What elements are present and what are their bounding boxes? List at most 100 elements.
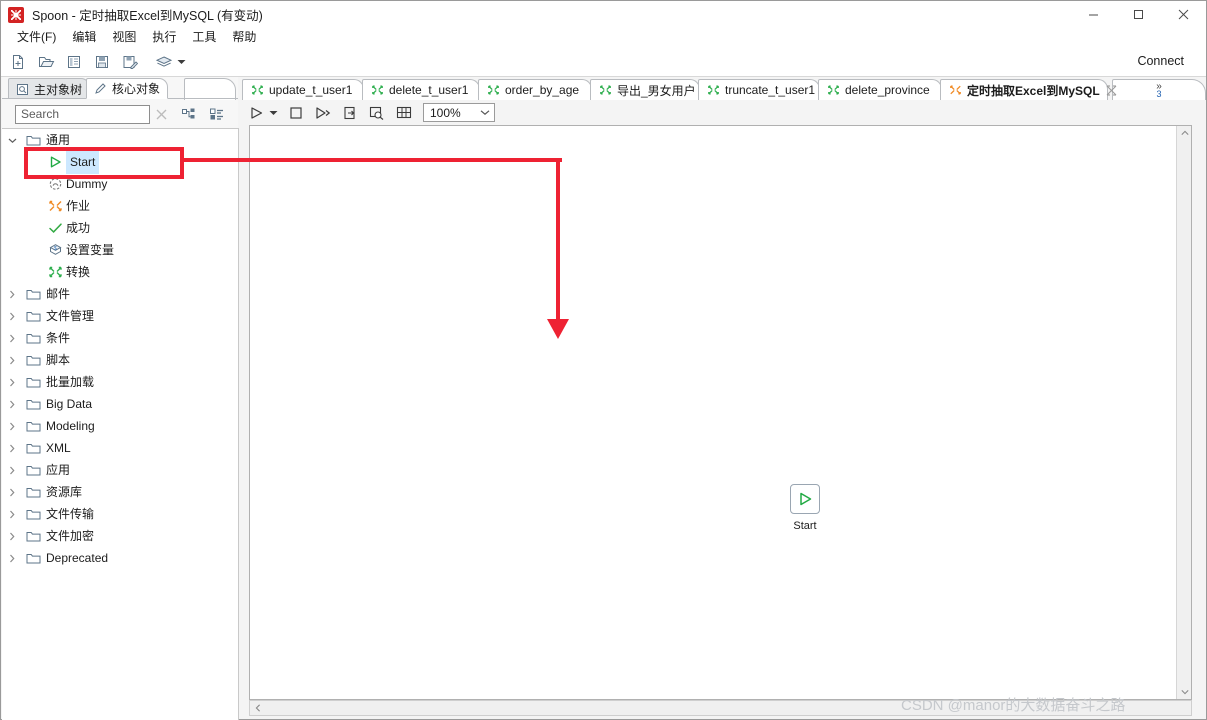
tree-folder-modeling-label: Modeling (46, 419, 95, 433)
folder-icon (22, 415, 44, 437)
maximize-icon[interactable] (1116, 1, 1161, 28)
editor-tab-label: 导出_男女用户 (617, 83, 696, 98)
chevron-right-icon[interactable] (2, 459, 22, 481)
new-file-icon[interactable] (7, 51, 29, 73)
chevron-right-icon[interactable] (2, 283, 22, 305)
menu-item-tools[interactable]: 工具 (184, 28, 224, 47)
core-objects-tree[interactable]: 通用 Start Dummy 作业 成功 $ 设置变量 转换 邮件 文件管理 条… (2, 128, 239, 720)
tree-folder-xml[interactable]: XML (2, 437, 238, 459)
chevron-right-icon[interactable] (2, 481, 22, 503)
debug-icon[interactable] (312, 102, 334, 124)
expand-tree-icon[interactable] (178, 103, 200, 125)
minimize-icon[interactable] (1071, 1, 1116, 28)
chevron-right-icon[interactable] (2, 415, 22, 437)
zoom-level-value: 100% (430, 105, 461, 120)
tree-folder-mail[interactable]: 邮件 (2, 283, 238, 305)
transformation-icon (828, 85, 839, 95)
tree-item-success[interactable]: 成功 (2, 217, 238, 239)
tree-folder-big-data[interactable]: Big Data (2, 393, 238, 415)
editor-tab-order-by-age[interactable]: order_by_age (478, 79, 592, 100)
tree-item-job[interactable]: 作业 (2, 195, 238, 217)
chevron-right-icon[interactable] (2, 327, 22, 349)
editor-tab-delete-t-user1[interactable]: delete_t_user1 (362, 79, 480, 100)
tree-item-transformation[interactable]: 转换 (2, 261, 238, 283)
explorer-icon[interactable] (63, 51, 85, 73)
scroll-down-icon[interactable] (1177, 685, 1191, 699)
tree-folder-conditions-label: 条件 (46, 331, 71, 345)
zoom-level-select[interactable]: 100% (423, 103, 495, 122)
tree-folder-scripting[interactable]: 脚本 (2, 349, 238, 371)
close-tab-icon[interactable] (1106, 84, 1122, 96)
tree-folder-repository[interactable]: 资源库 (2, 481, 238, 503)
window-title: Spoon - 定时抽取Excel到MySQL (有变动) (32, 9, 263, 23)
editor-tab-overflow[interactable]: » 3 (1112, 79, 1206, 100)
tree-folder-file-management-label: 文件管理 (46, 309, 95, 323)
tab-core-objects[interactable]: 核心对象 (86, 78, 169, 99)
tree-folder-modeling[interactable]: Modeling (2, 415, 238, 437)
chevron-down-icon[interactable] (2, 129, 22, 151)
tree-folder-big-data-label: Big Data (46, 397, 93, 411)
close-icon[interactable] (1161, 1, 1206, 28)
scroll-up-icon[interactable] (1177, 126, 1191, 140)
editor-tab-truncate-t-user1[interactable]: truncate_t_user1 (698, 79, 820, 100)
editor-tab-scheduled-excel-to-mysql[interactable]: 定时抽取Excel到MySQL (940, 79, 1117, 100)
chevron-right-icon[interactable] (2, 371, 22, 393)
run-icon[interactable] (245, 102, 267, 124)
chevron-down-icon[interactable] (480, 109, 490, 116)
connect-button[interactable]: Connect (1137, 47, 1184, 76)
layers-icon[interactable] (153, 51, 175, 73)
grid-icon[interactable] (393, 102, 415, 124)
editor-area: update_t_user1 delete_t_user1 order_by_a… (240, 77, 1206, 719)
tree-folder-utility[interactable]: 应用 (2, 459, 238, 481)
canvas-node-start[interactable] (790, 484, 820, 514)
chevron-right-icon[interactable] (2, 437, 22, 459)
chevron-right-icon[interactable] (2, 547, 22, 569)
menu-item-file[interactable]: 文件(F) (9, 28, 64, 47)
editor-tab-label: update_t_user1 (269, 83, 353, 97)
menu-item-view[interactable]: 视图 (104, 28, 144, 47)
tree-folder-deprecated[interactable]: Deprecated (2, 547, 238, 569)
tree-folder-file-encryption[interactable]: 文件加密 (2, 525, 238, 547)
tree-folder-file-management[interactable]: 文件管理 (2, 305, 238, 327)
tree-folder-bulk-loading[interactable]: 批量加载 (2, 371, 238, 393)
stop-icon[interactable] (285, 102, 307, 124)
tree-folder-conditions[interactable]: 条件 (2, 327, 238, 349)
left-panel-tabs: 主对象树 核心对象 (2, 77, 238, 100)
chevron-right-icon[interactable] (2, 393, 22, 415)
tab-main-object-tree-label: 主对象树 (34, 82, 83, 97)
open-folder-icon[interactable] (35, 51, 57, 73)
editor-tab-label: truncate_t_user1 (725, 83, 816, 97)
save-as-icon[interactable] (119, 51, 141, 73)
tree-icon (17, 83, 28, 95)
folder-icon (22, 393, 44, 415)
save-icon[interactable] (91, 51, 113, 73)
collapse-tree-icon[interactable] (206, 103, 228, 125)
annotation-highlight-box (24, 147, 184, 179)
tree-folder-mail-label: 邮件 (46, 287, 71, 301)
tree-item-set-variable[interactable]: $ 设置变量 (2, 239, 238, 261)
layers-dropdown-caret-icon[interactable] (175, 51, 187, 73)
chevron-right-icon[interactable] (2, 349, 22, 371)
scroll-left-icon[interactable] (250, 701, 265, 715)
menu-item-run[interactable]: 执行 (144, 28, 184, 47)
job-canvas[interactable]: Start (249, 125, 1192, 700)
tab-main-object-tree[interactable]: 主对象树 (8, 78, 91, 99)
chevron-right-icon[interactable] (2, 503, 22, 525)
chevron-right-icon[interactable] (2, 525, 22, 547)
run-dropdown-caret-icon[interactable] (267, 102, 280, 124)
clear-x-icon[interactable] (150, 103, 172, 125)
chevron-right-icon[interactable] (2, 305, 22, 327)
editor-tab-delete-province[interactable]: delete_province (818, 79, 942, 100)
canvas-node-start-label: Start (793, 520, 817, 532)
search-input[interactable]: Search (15, 104, 150, 124)
tree-folder-file-transfer[interactable]: 文件传输 (2, 503, 238, 525)
editor-tab-export-gender-users[interactable]: 导出_男女用户 (590, 79, 700, 100)
spoon-icon (8, 6, 24, 23)
menu-item-edit[interactable]: 编辑 (64, 28, 104, 47)
canvas-vertical-scrollbar[interactable] (1176, 126, 1191, 699)
canvas-toolbar: 100% (240, 100, 1206, 125)
menu-item-help[interactable]: 帮助 (224, 28, 264, 47)
preview-icon[interactable] (339, 102, 361, 124)
inspect-icon[interactable] (366, 102, 388, 124)
editor-tab-update-t-user1[interactable]: update_t_user1 (242, 79, 364, 100)
